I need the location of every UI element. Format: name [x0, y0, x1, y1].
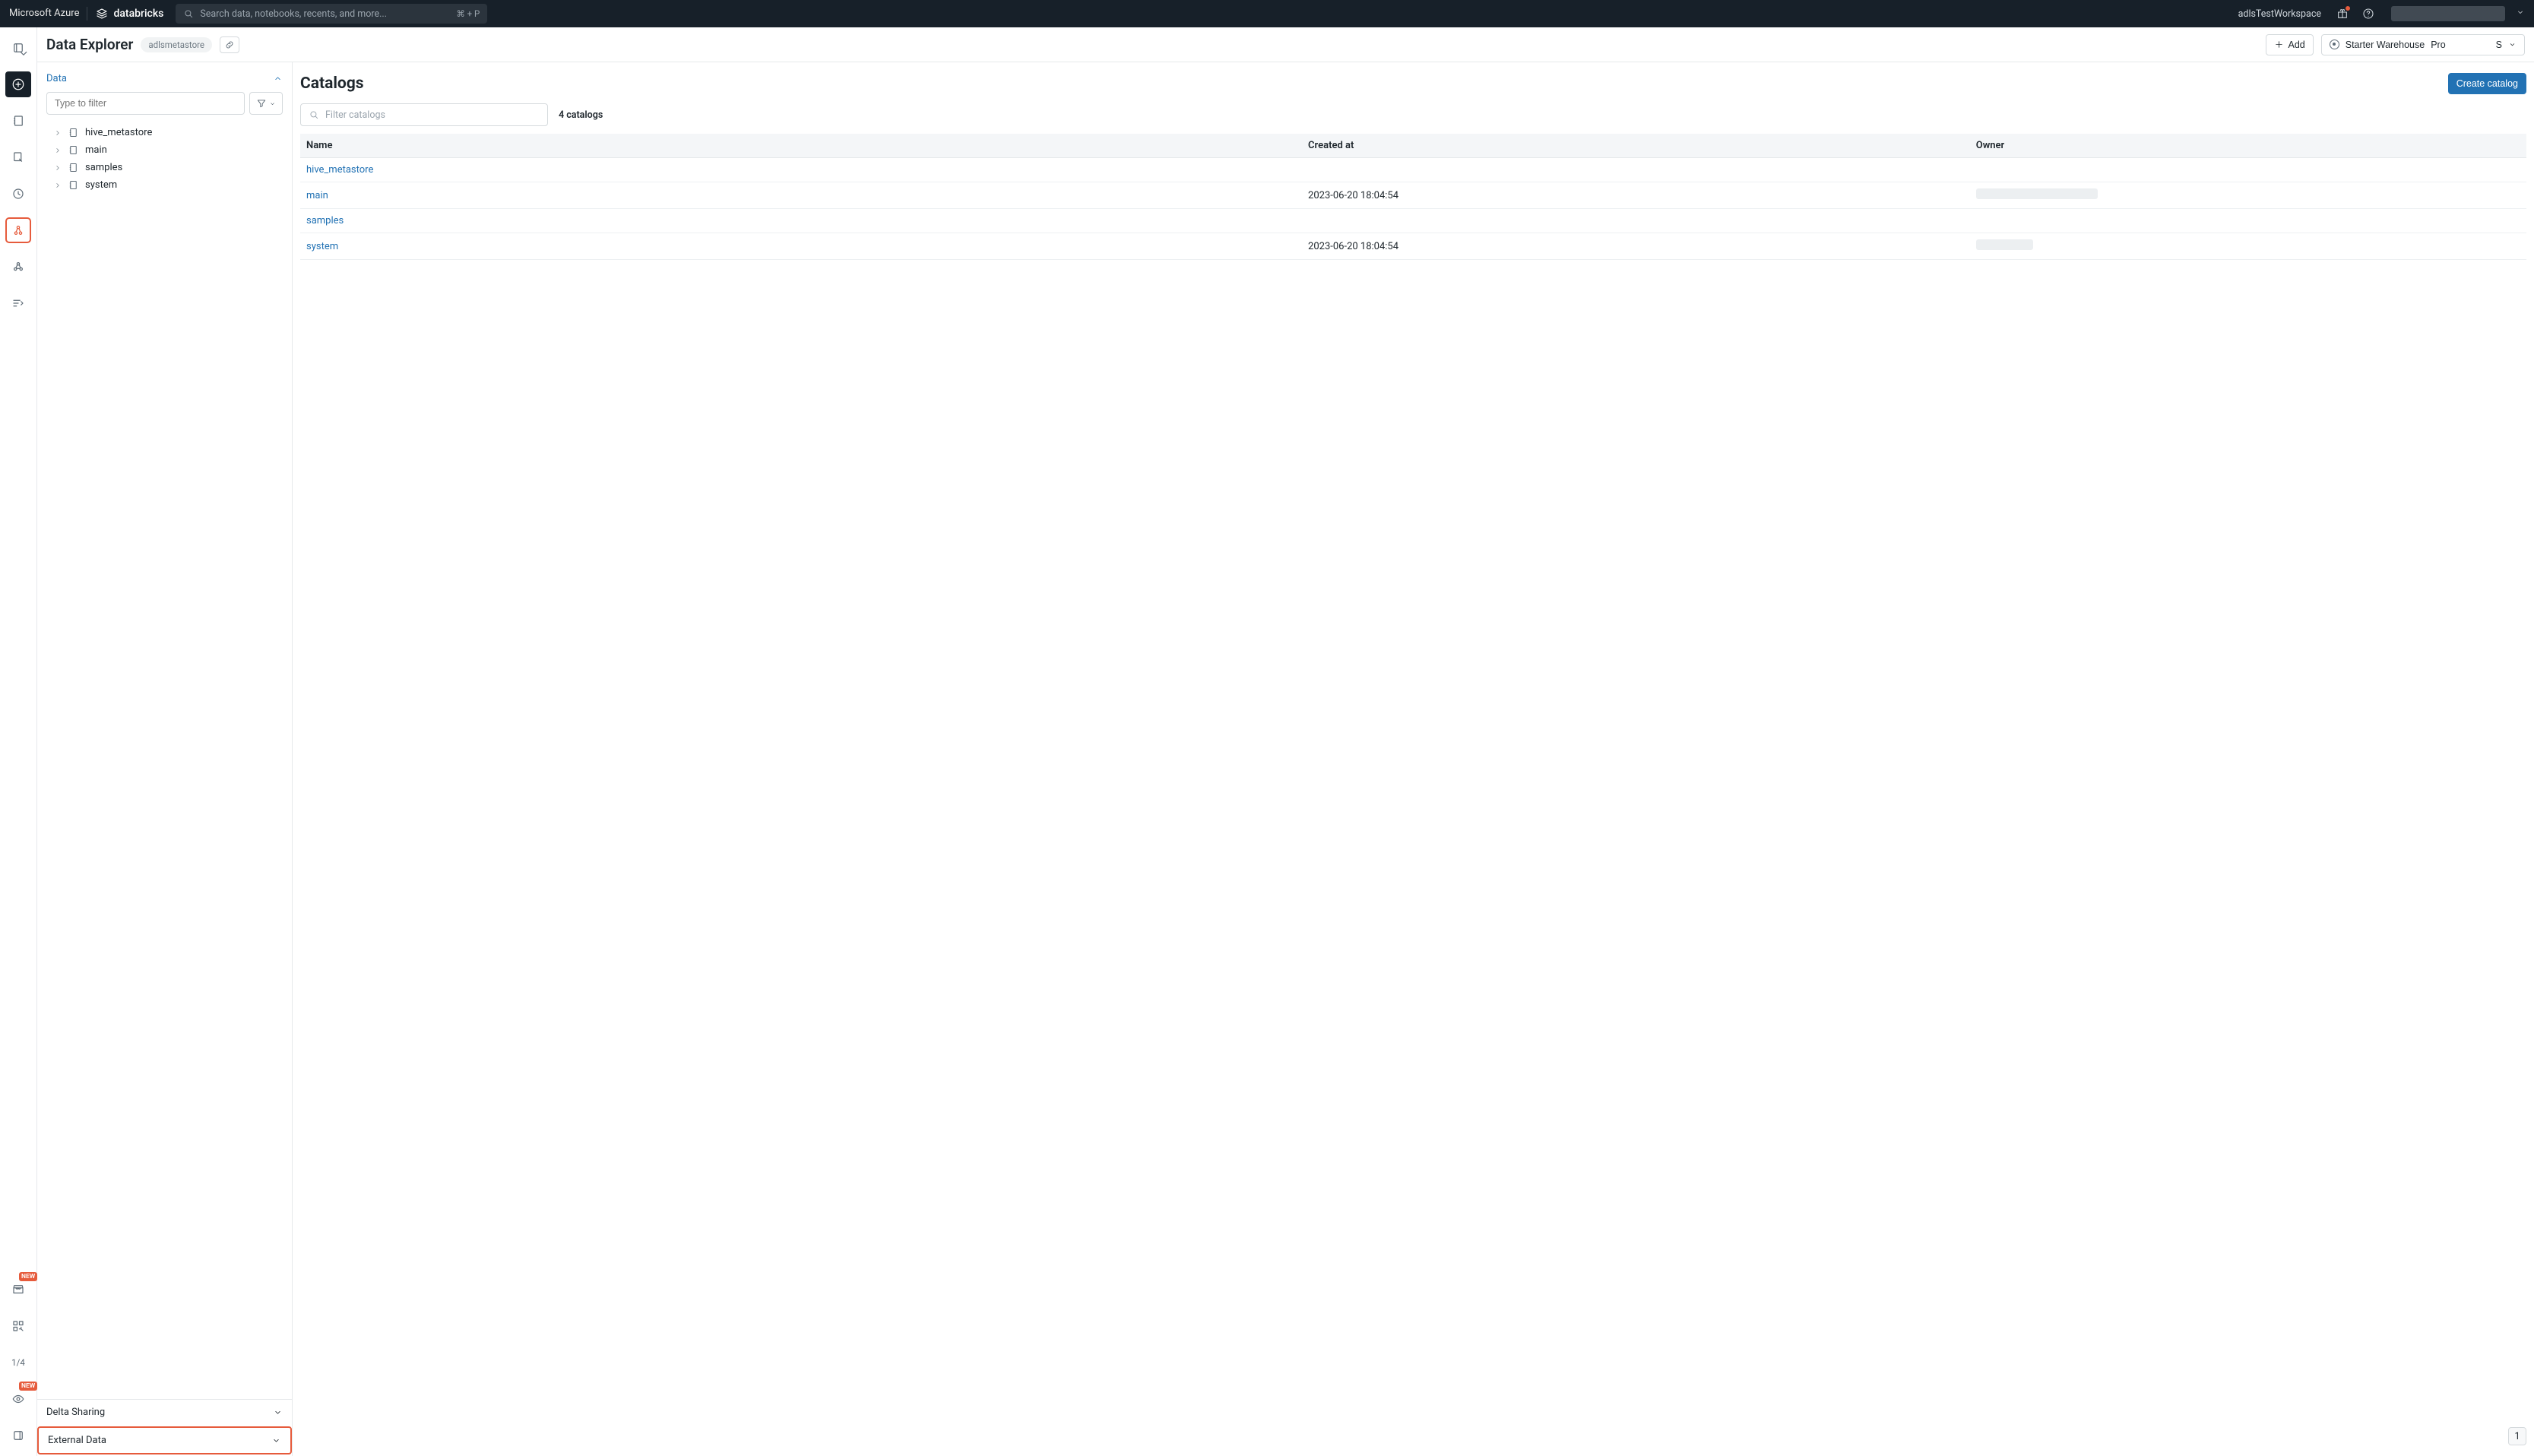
tree-item[interactable]: samples: [46, 159, 283, 176]
copy-link-button[interactable]: [220, 36, 239, 53]
table-row[interactable]: hive_metastore: [300, 158, 2526, 182]
cell-owner: [1970, 209, 2526, 233]
global-search[interactable]: Search data, notebooks, recents, and mor…: [176, 4, 487, 24]
cell-created: 2023-06-20 18:04:54: [1302, 233, 1970, 260]
cell-created: 2023-06-20 18:04:54: [1302, 182, 1970, 209]
chevron-down-icon: [271, 1435, 281, 1445]
left-rail: NEW 1/4 NEW: [0, 27, 37, 1456]
chevron-right-icon: [54, 164, 62, 172]
rail-partner[interactable]: [5, 1313, 31, 1339]
cell-owner: [1970, 233, 2526, 260]
warehouse-selector[interactable]: Starter Warehouse Pro S: [2321, 34, 2525, 55]
content-title: Catalogs: [300, 74, 364, 93]
tree-filter-input[interactable]: [46, 92, 245, 115]
section-delta-sharing[interactable]: Delta Sharing: [37, 1400, 292, 1425]
table-row[interactable]: samples: [300, 209, 2526, 233]
page-title: Data Explorer: [46, 36, 133, 53]
table-row[interactable]: main 2023-06-20 18:04:54: [300, 182, 2526, 209]
catalog-icon: [68, 162, 79, 173]
user-menu-redacted[interactable]: [2391, 6, 2505, 21]
catalog-count: 4 catalogs: [559, 109, 603, 121]
content-area: Catalogs Create catalog Filter catalogs …: [293, 62, 2534, 1456]
rail-marketplace[interactable]: NEW: [5, 1277, 31, 1302]
catalog-tree: hive_metastore main samples: [46, 121, 283, 197]
catalogs-table: Name Created at Owner hive_metastoremain…: [300, 134, 2526, 260]
chevron-right-icon: [54, 147, 62, 154]
rail-notebook[interactable]: [5, 108, 31, 134]
filter-catalogs-input[interactable]: Filter catalogs: [300, 103, 548, 126]
page-number[interactable]: 1: [2508, 1427, 2526, 1445]
funnel-icon: [256, 98, 267, 109]
rail-panel[interactable]: [5, 1423, 31, 1448]
search-icon: [309, 109, 319, 120]
rail-preview[interactable]: NEW: [5, 1386, 31, 1412]
brand-label: Microsoft Azure: [9, 7, 87, 21]
col-created[interactable]: Created at: [1302, 134, 1970, 158]
section-data[interactable]: Data: [46, 71, 283, 92]
data-sidebar: Data hive_metasto: [37, 62, 293, 1456]
chevron-right-icon: [54, 129, 62, 137]
catalog-icon: [68, 127, 79, 138]
catalog-link[interactable]: hive_metastore: [306, 164, 373, 176]
search-placeholder: Search data, notebooks, recents, and mor…: [200, 8, 387, 20]
gift-icon[interactable]: [2333, 5, 2352, 23]
chevron-down-icon: [273, 1407, 283, 1417]
tree-item[interactable]: system: [46, 176, 283, 194]
catalog-link[interactable]: system: [306, 241, 338, 252]
chevron-right-icon: [54, 182, 62, 189]
cell-created: [1302, 158, 1970, 182]
tree-filter-button[interactable]: [249, 92, 283, 115]
cell-owner: [1970, 158, 2526, 182]
chevron-down-icon[interactable]: [2516, 8, 2525, 20]
col-owner[interactable]: Owner: [1970, 134, 2526, 158]
catalog-link[interactable]: main: [306, 190, 328, 201]
page-header: Data Explorer adlsmetastore Add Starter …: [37, 27, 2534, 62]
section-external-data[interactable]: External Data: [37, 1426, 292, 1454]
cell-created: [1302, 209, 1970, 233]
workspace-name[interactable]: adlsTestWorkspace: [2238, 8, 2321, 20]
tree-item[interactable]: main: [46, 141, 283, 159]
rail-data[interactable]: [5, 217, 31, 243]
rail-workspace[interactable]: [5, 35, 31, 61]
databricks-icon: [95, 7, 109, 21]
target-icon: [2330, 40, 2339, 49]
catalog-icon: [68, 179, 79, 191]
add-button[interactable]: Add: [2266, 34, 2314, 55]
rail-workflows[interactable]: [5, 290, 31, 316]
pagination: 1: [300, 1412, 2526, 1445]
create-catalog-button[interactable]: Create catalog: [2448, 73, 2526, 94]
rail-compute[interactable]: [5, 254, 31, 280]
col-name[interactable]: Name: [300, 134, 1302, 158]
catalog-icon: [68, 144, 79, 156]
chevron-up-icon: [273, 74, 283, 84]
help-icon[interactable]: [2359, 5, 2377, 23]
rail-query[interactable]: [5, 144, 31, 170]
search-shortcut: ⌘ + P: [456, 8, 480, 19]
databricks-logo[interactable]: databricks: [95, 7, 163, 21]
topbar: Microsoft Azure databricks Search data, …: [0, 0, 2534, 27]
chevron-down-icon: [2508, 40, 2517, 49]
rail-progress[interactable]: 1/4: [5, 1350, 31, 1375]
table-row[interactable]: system 2023-06-20 18:04:54: [300, 233, 2526, 260]
rail-recents[interactable]: [5, 181, 31, 207]
rail-new[interactable]: [5, 71, 31, 97]
chevron-down-icon: [269, 100, 276, 107]
catalog-link[interactable]: samples: [306, 215, 344, 226]
metastore-tag[interactable]: adlsmetastore: [141, 37, 212, 52]
search-icon: [183, 8, 194, 19]
cell-owner: [1970, 182, 2526, 209]
tree-item[interactable]: hive_metastore: [46, 124, 283, 141]
